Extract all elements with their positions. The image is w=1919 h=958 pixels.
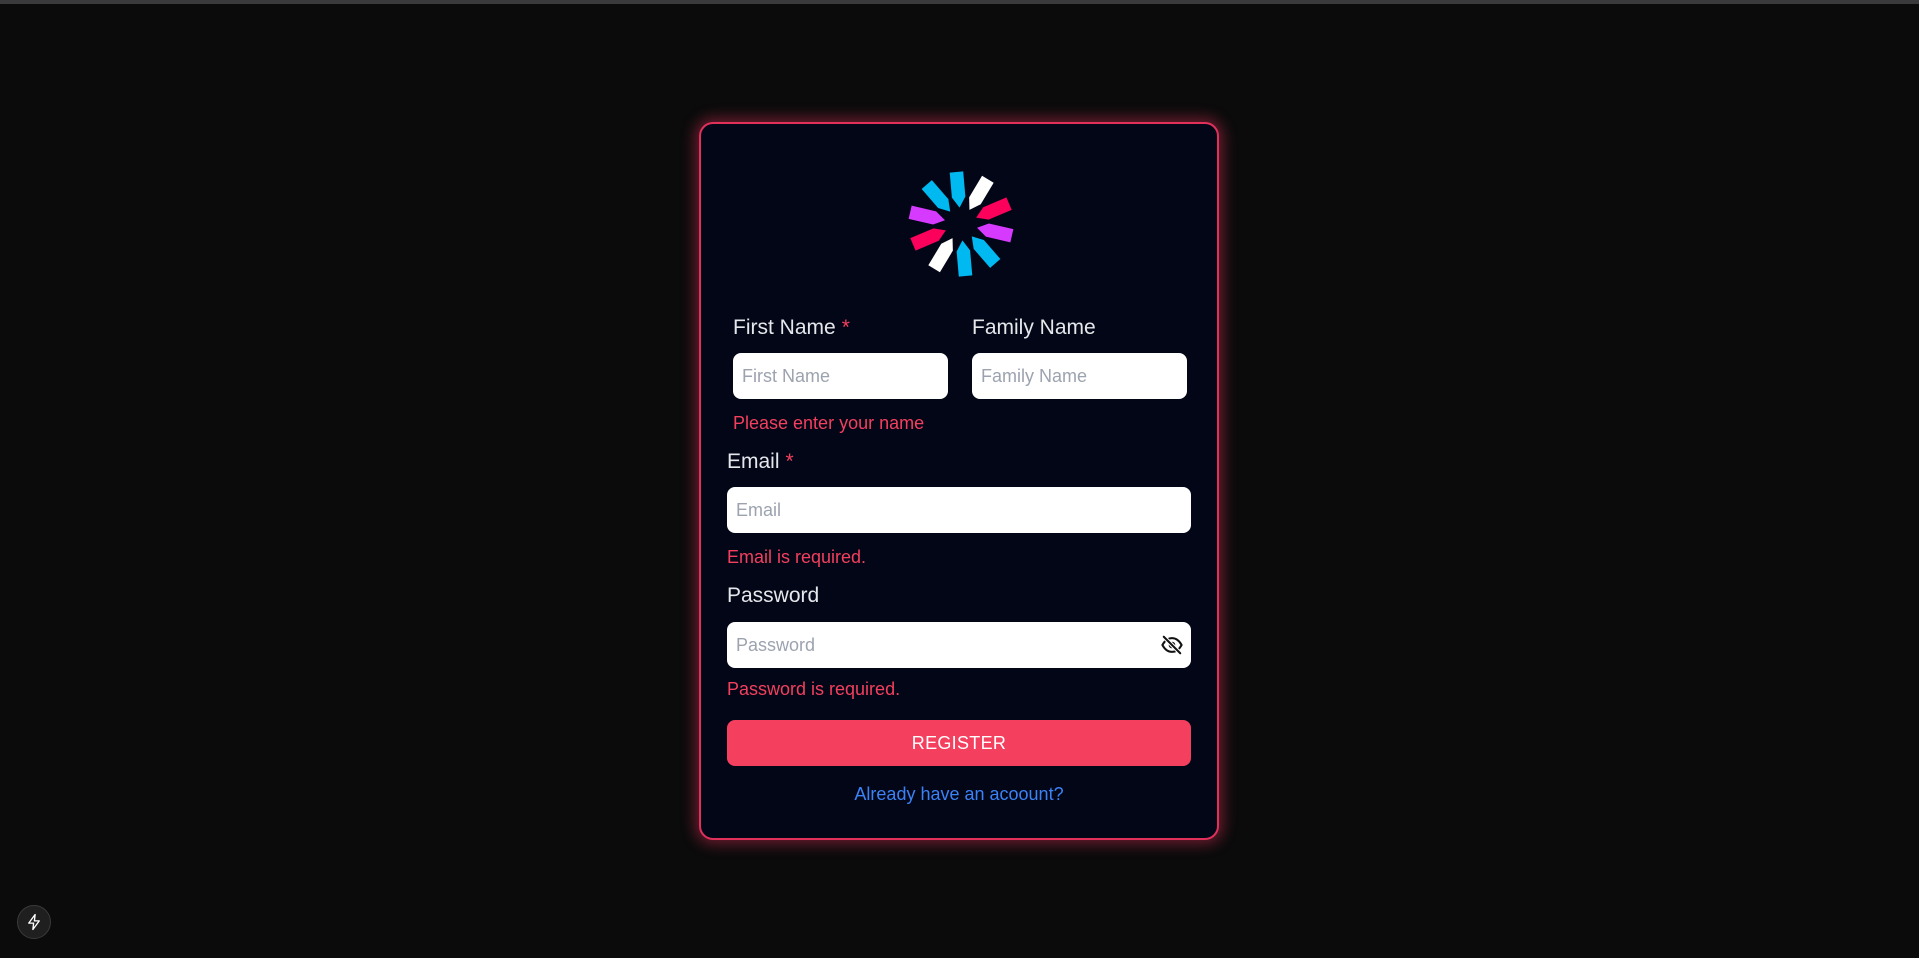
email-label-text: Email <box>727 450 780 473</box>
email-error: Email is required. <box>727 547 867 567</box>
password-label-text: Password <box>727 584 820 607</box>
logo-petal <box>956 240 973 277</box>
first-name-input[interactable] <box>733 353 948 399</box>
password-error: Password is required. <box>727 679 901 699</box>
family-name-label: Family Name <box>972 316 1096 340</box>
password-input[interactable] <box>727 622 1191 668</box>
logo-petal <box>977 223 1014 243</box>
browser-top-border <box>0 0 1919 4</box>
logo-petal <box>908 205 945 225</box>
jwt-logo-icon <box>908 171 1014 277</box>
first-name-required-mark: * <box>841 316 850 339</box>
lightning-bolt-icon <box>28 913 40 931</box>
eye-off-icon[interactable] <box>1161 634 1183 656</box>
register-button[interactable]: REGISTER <box>727 720 1191 766</box>
email-required-mark: * <box>785 450 794 473</box>
first-name-error: Please enter your name <box>733 413 925 433</box>
email-input[interactable] <box>727 487 1191 533</box>
dev-tools-badge[interactable] <box>17 905 51 939</box>
email-label: Email * <box>727 450 794 474</box>
password-field-wrapper <box>727 622 1191 668</box>
family-name-input[interactable] <box>972 353 1187 399</box>
family-name-label-text: Family Name <box>972 316 1096 339</box>
register-card: First Name* Family Name Please enter you… <box>699 122 1219 840</box>
first-name-label: First Name * <box>733 316 850 340</box>
login-link[interactable]: Already have an acoount? <box>701 784 1217 805</box>
first-name-label-text: First Name <box>733 316 836 339</box>
password-label: Password <box>727 584 819 608</box>
logo-petal <box>949 171 966 208</box>
